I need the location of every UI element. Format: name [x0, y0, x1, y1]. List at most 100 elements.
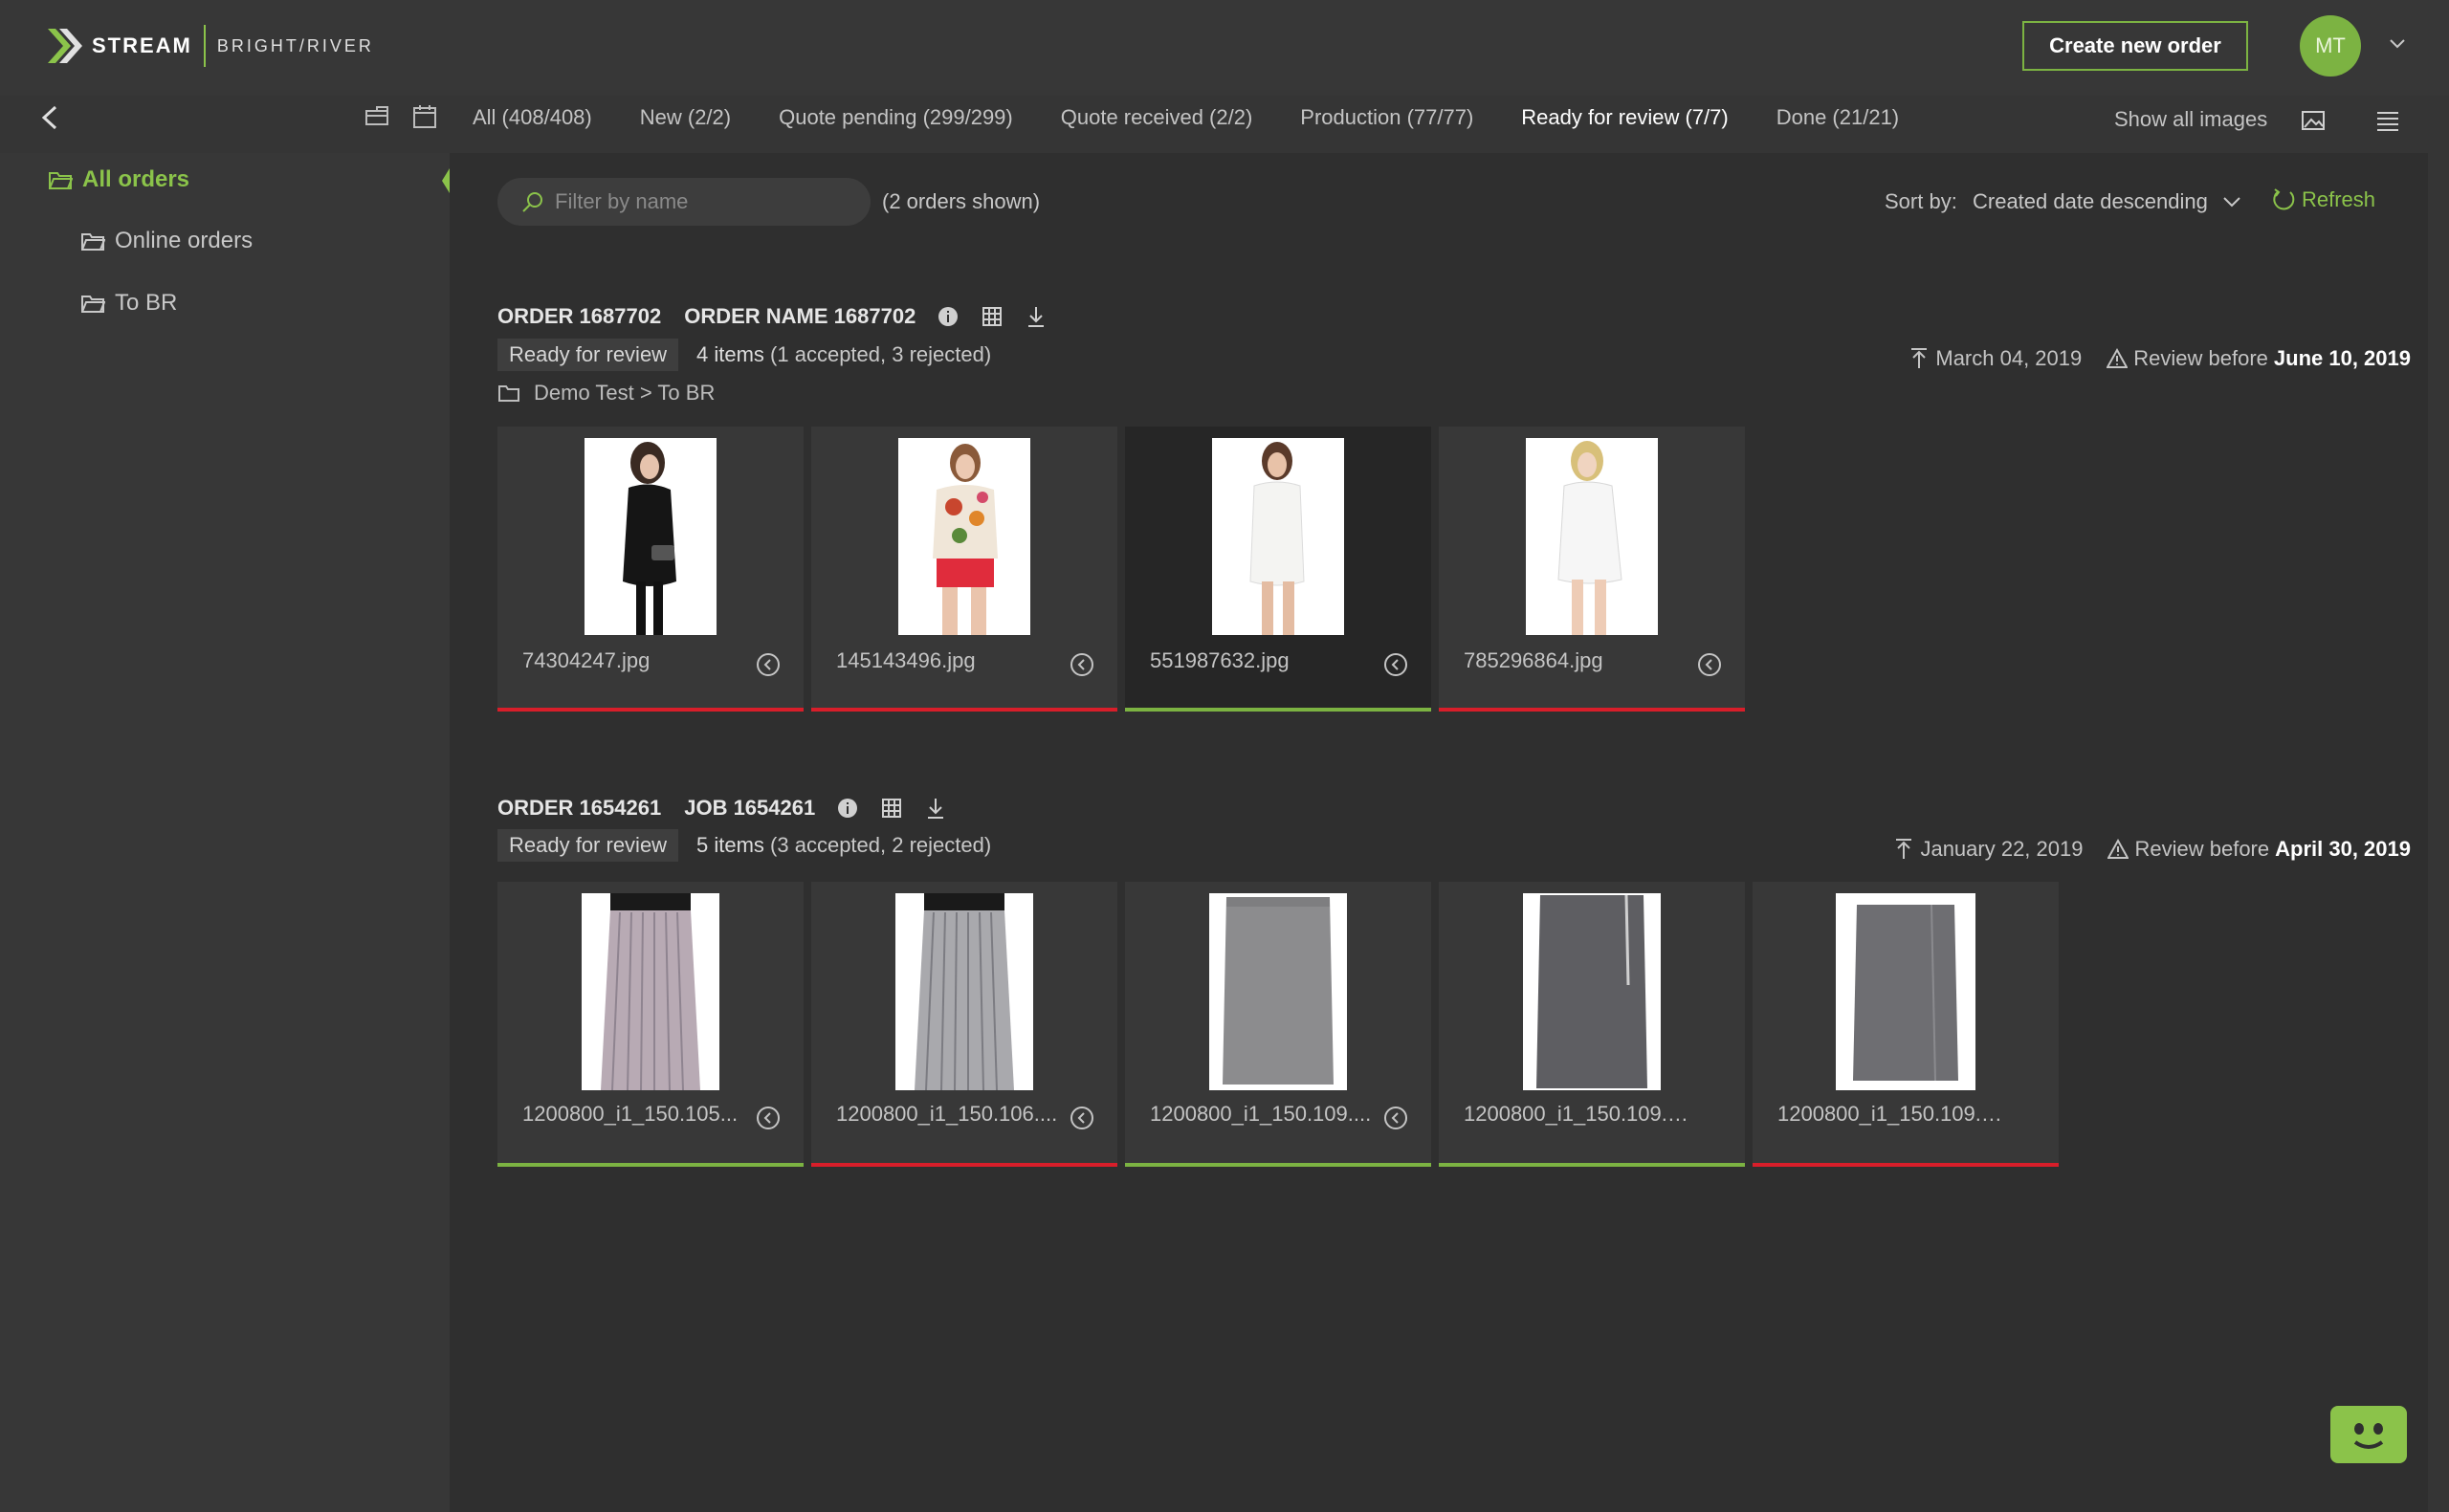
- model-white-shirtdress-image: [1526, 438, 1658, 635]
- sidebar-item-online-orders[interactable]: Online orders: [80, 228, 253, 254]
- tab-all[interactable]: All (408/408): [473, 105, 592, 143]
- logo[interactable]: STREAM BRIGHT/RIVER: [44, 25, 374, 67]
- info-icon[interactable]: [937, 305, 960, 328]
- calendar-icon[interactable]: [411, 103, 438, 130]
- created-date: January 22, 2019: [1920, 837, 2084, 861]
- grid-icon[interactable]: [981, 305, 1004, 328]
- items-count: 5 items (3 accepted, 2 rejected): [696, 833, 992, 857]
- list-view-icon[interactable]: [2374, 109, 2401, 132]
- tab-quote-pending[interactable]: Quote pending (299/299): [779, 105, 1013, 143]
- tab-ready-for-review[interactable]: Ready for review (7/7): [1521, 105, 1728, 143]
- undo-review-icon[interactable]: [1697, 652, 1722, 677]
- grey-wrap-skirt-image: [1836, 893, 1975, 1090]
- tab-done[interactable]: Done (21/21): [1776, 105, 1899, 143]
- thumbnail[interactable]: [895, 893, 1033, 1090]
- search-icon: [522, 192, 542, 212]
- sidebar-item-to-br[interactable]: To BR: [80, 290, 177, 317]
- chat-smiley-icon: [2353, 1423, 2384, 1449]
- metallic-pleated-skirt-image: [895, 893, 1033, 1090]
- thumbnail[interactable]: [1526, 438, 1658, 635]
- image-card[interactable]: 1200800_i1_150.109....: [1125, 882, 1431, 1167]
- folder-icon: [498, 385, 519, 402]
- pleated-skirt-image: [582, 893, 719, 1090]
- top-bar: STREAM BRIGHT/RIVER Create new order MT: [0, 0, 2449, 96]
- status-badge: Ready for review: [497, 339, 679, 371]
- order-name: JOB 1654261: [684, 796, 816, 820]
- sidebar-collapse-handle[interactable]: [440, 168, 450, 193]
- create-new-order-button[interactable]: Create new order: [2022, 21, 2248, 71]
- grey-zip-skirt-image: [1523, 893, 1661, 1090]
- image-card-selected[interactable]: 551987632.jpg: [1125, 427, 1431, 712]
- grey-pencil-skirt-image: [1209, 893, 1347, 1090]
- tab-quote-received[interactable]: Quote received (2/2): [1061, 105, 1253, 143]
- filter-box[interactable]: [497, 178, 871, 226]
- folder-open-icon: [81, 296, 105, 313]
- sidebar-item-label: Online orders: [115, 228, 254, 253]
- thumbnail[interactable]: [582, 893, 719, 1090]
- tab-new[interactable]: New (2/2): [640, 105, 731, 143]
- breadcrumb-path[interactable]: Demo Test > To BR: [534, 381, 715, 405]
- image-view-icon[interactable]: [2300, 109, 2327, 132]
- thumbnail[interactable]: [585, 438, 717, 635]
- chevron-left-icon[interactable]: [38, 103, 61, 132]
- image-card[interactable]: 785296864.jpg: [1439, 427, 1745, 712]
- breadcrumb: Demo Test > To BR: [497, 381, 715, 405]
- image-filename: 785296864.jpg: [1464, 648, 1603, 672]
- refresh-button[interactable]: Refresh: [2271, 187, 2375, 212]
- thumbnail[interactable]: [1212, 438, 1344, 635]
- folder-view-icon[interactable]: [364, 103, 390, 130]
- image-card[interactable]: 1200800_i1_150.109.002...: [1753, 882, 2059, 1167]
- thumbnail[interactable]: [1523, 893, 1661, 1090]
- sidebar-item-label: To BR: [115, 290, 178, 316]
- chat-widget-button[interactable]: [2330, 1406, 2407, 1463]
- review-status-bar-rejected: [1753, 1163, 2059, 1167]
- undo-review-icon[interactable]: [1383, 652, 1408, 677]
- order-name: ORDER NAME 1687702: [684, 304, 916, 328]
- status-tabs: All (408/408) New (2/2) Quote pending (2…: [473, 105, 1947, 143]
- undo-review-icon[interactable]: [1070, 1106, 1094, 1130]
- image-filename: 1200800_i1_150.106....: [836, 1102, 1058, 1126]
- thumbnail[interactable]: [1836, 893, 1975, 1090]
- model-black-dress-image: [585, 438, 717, 635]
- folder-open-icon: [81, 233, 105, 251]
- logo-divider: [203, 25, 206, 67]
- sidebar-item-all-orders[interactable]: All orders: [48, 166, 189, 193]
- image-card[interactable]: 1200800_i1_150.109.002-...: [1439, 882, 1745, 1167]
- review-status-bar-accepted: [1125, 1163, 1431, 1167]
- info-icon[interactable]: [836, 797, 859, 820]
- warning-icon: [2107, 838, 2129, 859]
- avatar[interactable]: MT: [2300, 15, 2361, 77]
- order-id: ORDER 1687702: [497, 304, 662, 328]
- order-header: ORDER 1654261 JOB 1654261: [497, 796, 947, 821]
- undo-review-icon[interactable]: [756, 652, 781, 677]
- undo-review-icon[interactable]: [756, 1106, 781, 1130]
- image-card[interactable]: 1200800_i1_150.106....: [811, 882, 1117, 1167]
- image-filename: 145143496.jpg: [836, 648, 976, 672]
- folder-open-icon: [49, 172, 73, 189]
- chevron-down-icon[interactable]: [2388, 34, 2407, 54]
- brand-partner: BRIGHT/RIVER: [216, 35, 374, 55]
- thumbnail[interactable]: [1209, 893, 1347, 1090]
- image-card[interactable]: 74304247.jpg: [497, 427, 804, 712]
- download-icon[interactable]: [924, 797, 947, 820]
- brand-name: STREAM: [92, 33, 192, 57]
- show-all-images-link[interactable]: Show all images: [2114, 107, 2267, 132]
- tab-production[interactable]: Production (77/77): [1300, 105, 1473, 143]
- review-status-bar-accepted: [497, 1163, 804, 1167]
- filter-input[interactable]: [555, 189, 861, 214]
- image-filename: 1200800_i1_150.109.002...: [1777, 1102, 2007, 1126]
- thumbnail[interactable]: [898, 438, 1030, 635]
- sidebar: [0, 153, 450, 1512]
- download-icon[interactable]: [1025, 305, 1048, 328]
- model-floral-top-image: [898, 438, 1030, 635]
- image-card[interactable]: 1200800_i1_150.105...: [497, 882, 804, 1167]
- review-status-bar-accepted: [1439, 1163, 1745, 1167]
- undo-review-icon[interactable]: [1383, 1106, 1408, 1130]
- chevron-down-icon[interactable]: [2221, 191, 2242, 212]
- image-card[interactable]: 145143496.jpg: [811, 427, 1117, 712]
- undo-review-icon[interactable]: [1070, 652, 1094, 677]
- grid-icon[interactable]: [880, 797, 903, 820]
- model-white-dress-image: [1212, 438, 1344, 635]
- warning-icon: [2107, 347, 2129, 368]
- sort-select[interactable]: Created date descending: [1973, 189, 2208, 214]
